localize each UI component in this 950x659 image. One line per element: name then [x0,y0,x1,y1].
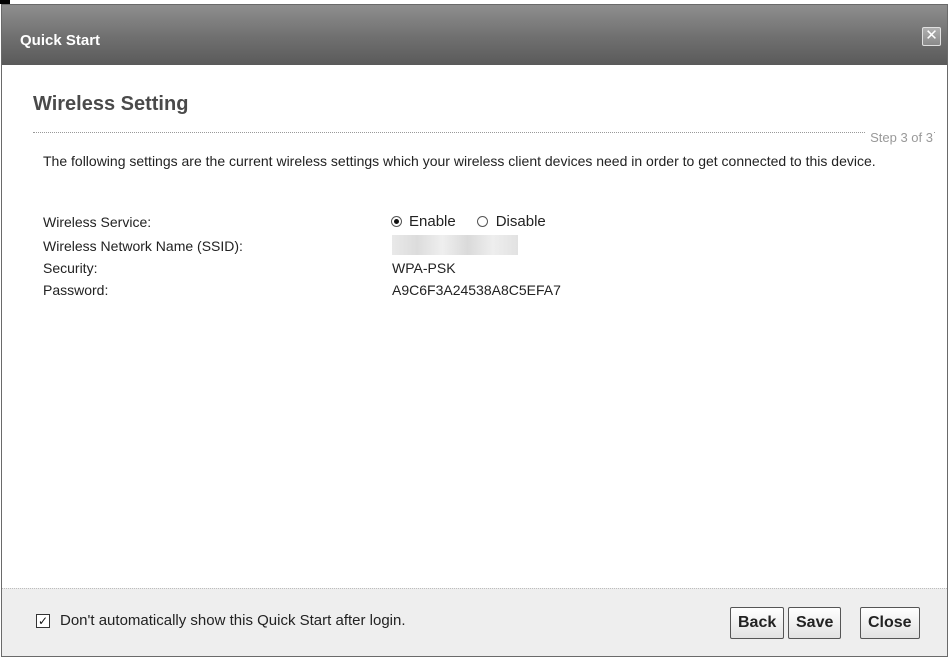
step-indicator: Step 3 of 3 [866,130,933,145]
ssid-label: Wireless Network Name (SSID): [43,238,243,254]
page-title: Wireless Setting [33,93,189,115]
wireless-service-label: Wireless Service: [43,214,152,230]
dialog-titlebar: Quick Start ✕ [2,5,947,65]
dialog-footer: ✓ Don't automatically show this Quick St… [2,588,947,656]
disable-radio-label[interactable]: Disable [496,213,546,230]
security-value: WPA-PSK [392,260,456,276]
enable-radio-label[interactable]: Enable [409,213,456,230]
ssid-value-redacted [392,235,518,255]
wireless-service-radio-group: Enable Disable [391,213,546,230]
disable-radio[interactable] [476,216,488,227]
password-value: A9C6F3A24538A8C5EFA7 [392,282,561,298]
password-label: Password: [43,282,109,298]
back-button[interactable]: Back [730,607,785,639]
close-icon[interactable]: ✕ [922,27,941,46]
dialog-title: Quick Start [20,32,101,49]
save-button[interactable]: Save [788,607,842,639]
divider [33,132,935,133]
enable-radio[interactable] [391,216,402,227]
dont-show-label[interactable]: Don't automatically show this Quick Star… [60,612,406,629]
dont-show-checkbox[interactable]: ✓ [36,614,50,628]
dialog-content: Wireless Setting Step 3 of 3 The followi… [2,65,947,590]
description-text: The following settings are the current w… [43,153,876,169]
security-label: Security: [43,260,98,276]
quick-start-dialog: Quick Start ✕ Wireless Setting Step 3 of… [1,4,948,657]
close-button[interactable]: Close [860,607,920,639]
